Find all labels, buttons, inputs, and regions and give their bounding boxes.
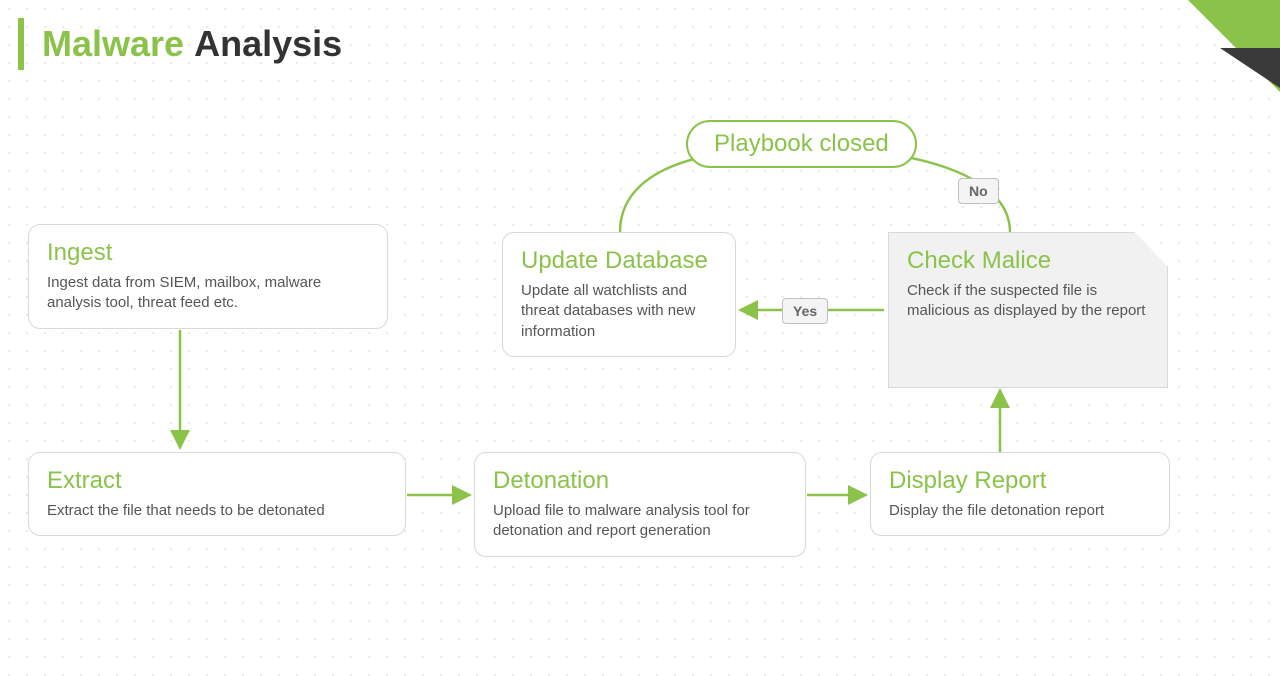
node-check-malice-desc: Check if the suspected file is malicious… xyxy=(907,281,1149,322)
node-extract: Extract Extract the file that needs to b… xyxy=(28,452,406,536)
node-display-report-title: Display Report xyxy=(889,467,1151,495)
node-check-malice-title: Check Malice xyxy=(907,247,1149,275)
node-detonation: Detonation Upload file to malware analys… xyxy=(474,452,806,557)
node-ingest: Ingest Ingest data from SIEM, mailbox, m… xyxy=(28,224,388,329)
title-main-word: Analysis xyxy=(194,23,342,65)
node-display-report-desc: Display the file detonation report xyxy=(889,501,1151,521)
node-detonation-desc: Upload file to malware analysis tool for… xyxy=(493,501,787,542)
node-detonation-title: Detonation xyxy=(493,467,787,495)
node-playbook-closed-label: Playbook closed xyxy=(714,130,889,157)
node-playbook-closed: Playbook closed xyxy=(686,120,917,168)
node-display-report: Display Report Display the file detonati… xyxy=(870,452,1170,536)
title-accent-word: Malware xyxy=(42,23,184,65)
node-ingest-desc: Ingest data from SIEM, mailbox, malware … xyxy=(47,273,369,314)
node-ingest-title: Ingest xyxy=(47,239,369,267)
node-check-malice: Check Malice Check if the suspected file… xyxy=(888,232,1168,388)
page-title: Malware Analysis xyxy=(18,18,342,70)
node-extract-desc: Extract the file that needs to be detona… xyxy=(47,501,387,521)
node-update-database: Update Database Update all watchlists an… xyxy=(502,232,736,357)
corner-accent-dark xyxy=(1220,48,1280,88)
node-update-database-title: Update Database xyxy=(521,247,717,275)
label-yes: Yes xyxy=(782,298,828,324)
node-extract-title: Extract xyxy=(47,467,387,495)
node-update-database-desc: Update all watchlists and threat databas… xyxy=(521,281,717,342)
label-no: No xyxy=(958,178,999,204)
